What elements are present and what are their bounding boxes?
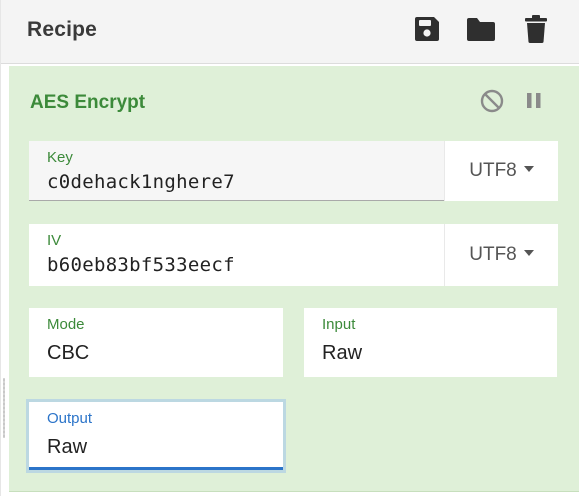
iv-field-group: IV b60eb83bf533eecf UTF8 — [29, 224, 558, 286]
save-recipe-button[interactable] — [410, 12, 444, 46]
output-format-dropdown[interactable]: Output Raw — [29, 402, 283, 470]
key-encoding-value: UTF8 — [469, 160, 517, 181]
recipe-pane: Recipe AES Encrypt Key c0dehack1nghere7 … — [0, 0, 579, 496]
mode-label: Mode — [47, 316, 85, 333]
aes-encrypt-operation: AES Encrypt Key c0dehack1nghere7 UTF8 IV… — [9, 66, 579, 492]
caret-down-icon — [523, 250, 534, 256]
mode-dropdown[interactable]: Mode CBC — [29, 308, 283, 377]
pause-icon — [527, 93, 541, 108]
pane-resize-handle[interactable] — [3, 378, 5, 438]
input-format-label: Input — [322, 316, 356, 333]
folder-icon — [467, 18, 495, 41]
output-format-label: Output — [47, 410, 93, 427]
iv-field[interactable]: IV b60eb83bf533eecf — [29, 224, 444, 286]
key-encoding-dropdown[interactable]: UTF8 — [444, 141, 558, 201]
floppy-disk-icon — [415, 17, 439, 41]
input-format-value: Raw — [322, 342, 363, 364]
recipe-header: Recipe — [1, 0, 579, 64]
iv-input[interactable]: b60eb83bf533eecf — [47, 254, 235, 276]
input-format-dropdown[interactable]: Input Raw — [304, 308, 557, 377]
output-focus-underline — [29, 467, 283, 470]
key-underline — [29, 200, 444, 201]
load-recipe-button[interactable] — [464, 12, 498, 46]
key-label: Key — [47, 149, 73, 166]
iv-encoding-value: UTF8 — [469, 244, 517, 265]
key-field[interactable]: Key c0dehack1nghere7 — [29, 141, 444, 201]
disable-operation-button[interactable] — [477, 86, 507, 116]
operation-title: AES Encrypt — [30, 92, 146, 113]
disable-icon — [480, 89, 504, 113]
mode-value: CBC — [47, 342, 90, 364]
iv-label: IV — [47, 232, 62, 249]
trash-icon — [525, 15, 547, 43]
output-format-value: Raw — [47, 436, 88, 458]
clear-recipe-button[interactable] — [519, 12, 553, 46]
recipe-title: Recipe — [27, 18, 98, 41]
key-field-group: Key c0dehack1nghere7 UTF8 — [29, 141, 558, 201]
caret-down-icon — [523, 166, 534, 172]
breakpoint-button[interactable] — [519, 86, 549, 116]
key-input[interactable]: c0dehack1nghere7 — [47, 171, 235, 193]
iv-encoding-dropdown[interactable]: UTF8 — [444, 224, 558, 286]
